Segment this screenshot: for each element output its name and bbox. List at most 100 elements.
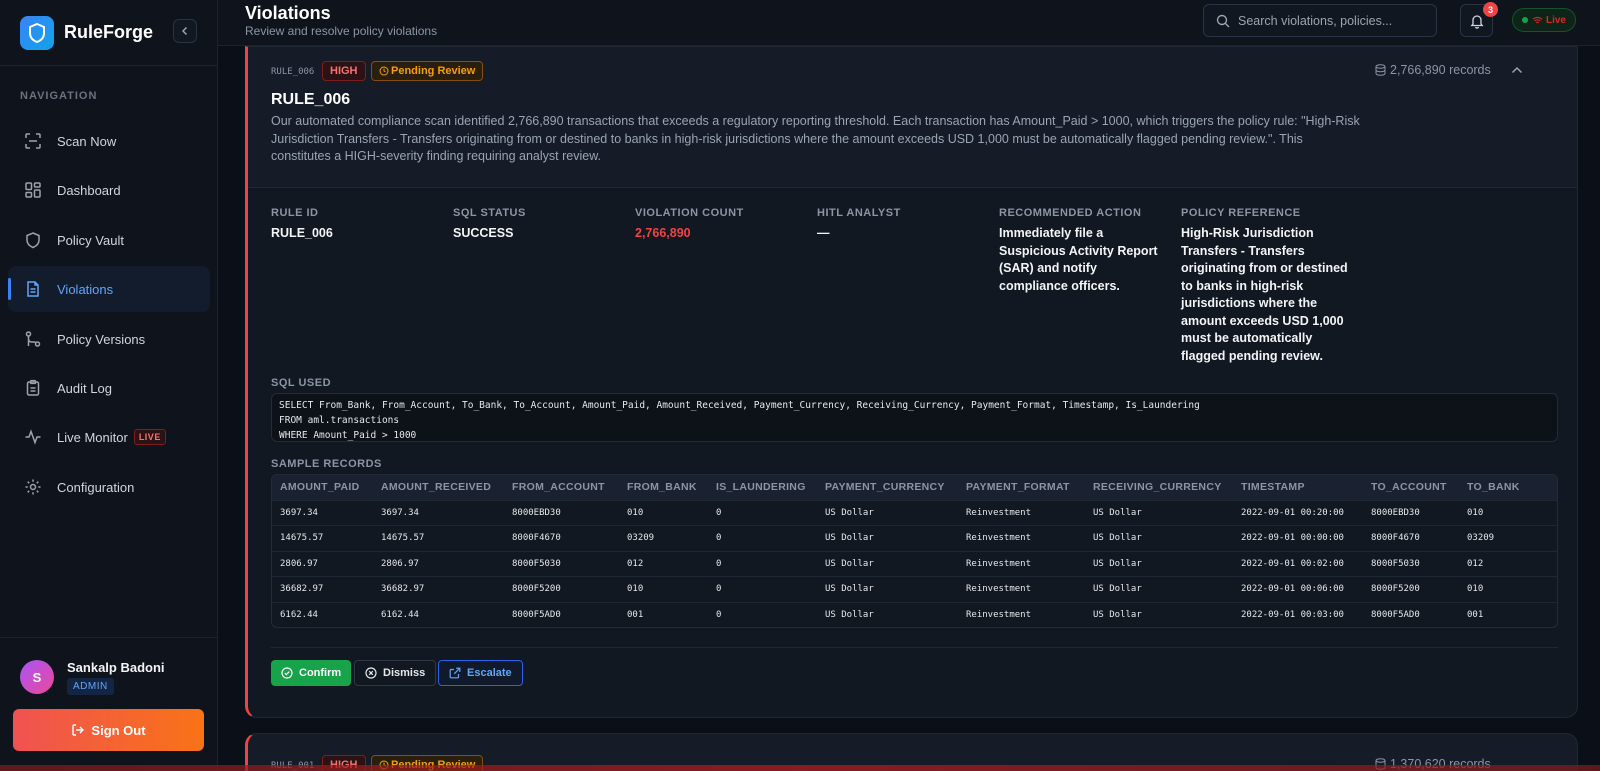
column-header: PAYMENT_CURRENCY: [817, 475, 958, 500]
table-cell: 8000F5AD0: [504, 601, 619, 627]
violation-count-label: VIOLATION COUNT: [635, 207, 744, 219]
nav-item-policy-vault[interactable]: Policy Vault: [8, 217, 210, 263]
search-box[interactable]: [1203, 4, 1437, 37]
dismiss-button[interactable]: Dismiss: [354, 660, 437, 686]
sign-out-button[interactable]: Sign Out: [13, 709, 204, 751]
table-cell: 2022-09-01 00:06:00: [1233, 576, 1363, 602]
column-header: AMOUNT_PAID: [272, 475, 373, 500]
nav-item-label: Policy Versions: [57, 331, 146, 347]
table-cell: 8000EBD30: [1363, 499, 1459, 526]
nav-item-audit-log[interactable]: Audit Log: [8, 365, 210, 411]
gear-icon: [25, 479, 41, 495]
table-cell: 8000F5AD0: [1363, 601, 1459, 627]
table-cell: 010: [619, 576, 708, 602]
bottom-status-strip: [0, 765, 1600, 771]
column-header: AMOUNT_RECEIVED: [373, 475, 504, 500]
live-status-pill: Live: [1512, 8, 1576, 32]
wifi-icon: [1532, 16, 1543, 23]
nav-item-label: Live Monitor: [57, 429, 128, 445]
rule-id-label: RULE ID: [271, 207, 319, 219]
table-cell: 010: [1459, 576, 1557, 602]
search-input[interactable]: [1238, 13, 1418, 28]
notifications-button[interactable]: 3: [1460, 2, 1498, 37]
nav-item-live-monitor[interactable]: Live Monitor LIVE: [8, 414, 210, 460]
bell-icon: [1469, 14, 1484, 29]
table-cell: 2806.97: [272, 550, 373, 577]
nav-item-scan-now[interactable]: Scan Now: [8, 118, 210, 164]
search-icon: [1216, 14, 1230, 27]
nav-item-configuration[interactable]: Configuration: [8, 464, 210, 510]
top-header: Violations Review and resolve policy vio…: [218, 0, 1600, 46]
table-cell: US Dollar: [1085, 601, 1233, 627]
hitl-analyst-label: HITL ANALYST: [817, 207, 901, 219]
collapse-sidebar-button[interactable]: [173, 19, 197, 43]
user-role-badge: ADMIN: [67, 678, 114, 695]
table-cell: 2806.97: [373, 550, 504, 577]
nav-item-violations[interactable]: Violations: [8, 266, 210, 312]
scan-icon: [25, 133, 41, 149]
table-cell: 36682.97: [373, 576, 504, 602]
chevron-up-icon[interactable]: [1511, 66, 1523, 74]
rule-id-value: RULE_006: [271, 226, 333, 240]
shield-logo-icon: [20, 15, 54, 50]
live-label: Live: [1545, 14, 1566, 26]
nav-item-policy-versions[interactable]: Policy Versions: [8, 316, 210, 362]
table-cell: 001: [1459, 601, 1557, 627]
nav-item-label: Configuration: [57, 479, 135, 495]
column-header: IS_LAUNDERING: [708, 475, 817, 500]
nav-item-label: Scan Now: [57, 133, 117, 149]
clock-icon: [379, 66, 389, 76]
violation-card: RULE_006 HIGH Pending Review 2,766,890 r…: [245, 46, 1578, 718]
table-cell: 010: [619, 499, 708, 526]
table-cell: Reinvestment: [958, 550, 1085, 577]
table-cell: 8000F5200: [1363, 576, 1459, 602]
recommended-action-label: RECOMMENDED ACTION: [999, 207, 1142, 219]
column-header: FROM_ACCOUNT: [504, 475, 619, 500]
column-header: TIMESTAMP: [1233, 475, 1363, 500]
status-badge: Pending Review: [371, 61, 484, 81]
table-cell: 0: [708, 576, 817, 602]
divider: [271, 647, 1558, 648]
confirm-label: Confirm: [299, 667, 342, 679]
sql-status-value: SUCCESS: [453, 226, 514, 240]
table-cell: 0: [708, 550, 817, 577]
table-cell: 8000F4670: [1363, 525, 1459, 551]
database-icon: [1375, 64, 1386, 76]
notification-count-badge: 3: [1483, 2, 1498, 17]
status-label: Pending Review: [391, 65, 476, 77]
sql-code-block: SELECT From_Bank, From_Account, To_Bank,…: [271, 393, 1558, 442]
violation-count-value: 2,766,890: [635, 226, 691, 240]
sql-status-label: SQL STATUS: [453, 207, 526, 219]
confirm-button[interactable]: Confirm: [271, 660, 352, 686]
logout-icon: [72, 724, 85, 736]
column-header: TO_ACCOUNT: [1363, 475, 1459, 500]
table-cell: 2022-09-01 00:02:00: [1233, 550, 1363, 577]
user-block: [0, 637, 218, 656]
table-cell: 0: [708, 499, 817, 526]
nav-item-label: Policy Vault: [57, 232, 124, 248]
live-dot-icon: [1521, 17, 1528, 23]
avatar[interactable]: S: [20, 660, 54, 694]
table-row: 36682.97 36682.97 8000F5200 010 0 US Dollar Re…: [272, 576, 1557, 602]
table-cell: 6162.44: [272, 601, 373, 627]
rule-title: RULE_006: [271, 91, 351, 108]
table-cell: 012: [1459, 550, 1557, 577]
table-cell: 6162.44: [373, 601, 504, 627]
sign-out-label: Sign Out: [91, 722, 146, 738]
nav-item-dashboard[interactable]: Dashboard: [8, 167, 210, 213]
hitl-analyst-value: —: [817, 226, 830, 240]
escalate-button[interactable]: Escalate: [438, 660, 523, 686]
table-cell: Reinvestment: [958, 576, 1085, 602]
document-icon: [27, 281, 39, 297]
violation-card-header[interactable]: RULE_006 HIGH Pending Review 2,766,890 r…: [248, 47, 1577, 188]
table-cell: 8000F5030: [1363, 550, 1459, 577]
dismiss-label: Dismiss: [383, 667, 426, 679]
live-badge: LIVE: [133, 429, 166, 445]
table-row: 6162.44 6162.44 8000F5AD0 001 0 US Dollar Rein…: [272, 601, 1557, 627]
nav-item-label: Violations: [57, 281, 114, 297]
page-title: Violations: [245, 3, 331, 23]
table-row: 2806.97 2806.97 8000F5030 012 0 US Dollar Rein…: [272, 550, 1557, 577]
git-branch-icon: [25, 331, 41, 347]
table-cell: US Dollar: [1085, 525, 1233, 551]
table-cell: 012: [619, 550, 708, 577]
